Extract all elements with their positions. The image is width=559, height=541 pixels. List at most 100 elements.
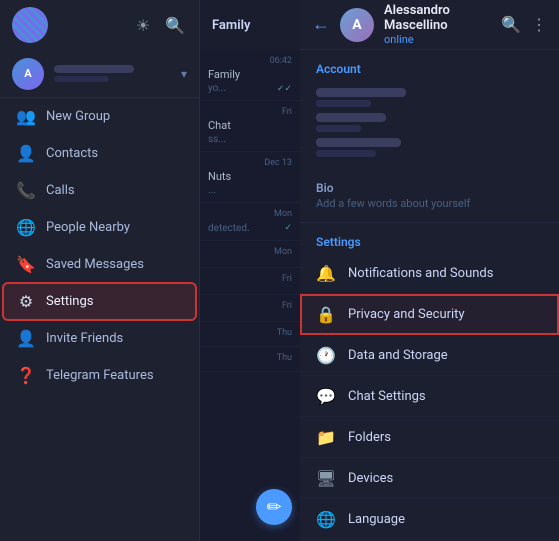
sidebar-item-people-nearby[interactable]: 🌐 People Nearby [4, 210, 195, 245]
info-bar [316, 138, 401, 147]
saved-icon: 🔖 [16, 255, 36, 274]
chat-item[interactable]: Fri [200, 295, 300, 322]
back-button[interactable]: ← [312, 14, 330, 35]
sidebar-item-settings[interactable]: ⚙ Settings [4, 284, 195, 319]
features-icon: ❓ [16, 366, 36, 385]
left-header: ☀ 🔍 [0, 0, 199, 50]
online-status: online [384, 33, 491, 46]
settings-item-label: Data and Storage [348, 348, 448, 363]
sidebar-item-label: Contacts [46, 146, 98, 161]
chat-settings-icon: 💬 [316, 386, 336, 406]
sidebar-item-saved-messages[interactable]: 🔖 Saved Messages [4, 247, 195, 282]
chat-item[interactable]: Mon detected. ✓ [200, 203, 300, 241]
sidebar-item-label: Settings [46, 294, 93, 309]
info-row-3 [316, 138, 543, 157]
people-nearby-icon: 🌐 [16, 218, 36, 237]
nav-list: 👥 New Group 👤 Contacts 📞 Calls 🌐 People … [0, 98, 199, 541]
profile-section[interactable]: A ▾ [0, 50, 199, 98]
brightness-icon[interactable]: ☀ [131, 13, 155, 37]
chevron-down-icon: ▾ [181, 67, 187, 81]
settings-chat[interactable]: 💬 Chat Settings [300, 376, 559, 417]
middle-header: Family [200, 0, 300, 50]
info-row-1 [316, 88, 543, 107]
folders-icon: 📁 [316, 427, 336, 447]
new-group-icon: 👥 [16, 107, 36, 126]
right-header: ← A Alessandro Mascellino online 🔍 ⋮ [300, 0, 559, 50]
compose-fab[interactable]: ✏ [256, 489, 292, 525]
read-check: ✓✓ [277, 84, 292, 94]
read-check: ✓ [284, 223, 292, 234]
profile-name: Alessandro Mascellino [384, 3, 491, 33]
invite-icon: 👤 [16, 329, 36, 348]
profile-sub-bar [54, 76, 109, 82]
chat-item[interactable]: Dec 13 Nuts ... [200, 152, 300, 203]
sidebar-item-calls[interactable]: 📞 Calls [4, 173, 195, 208]
account-info [300, 80, 559, 175]
chat-item[interactable]: Fri [200, 268, 300, 295]
settings-data[interactable]: 🕐 Data and Storage [300, 335, 559, 376]
data-storage-icon: 🕐 [316, 345, 336, 365]
chat-date: Thu [208, 353, 292, 363]
chat-item[interactable]: Mon [200, 241, 300, 268]
chat-item[interactable]: Thu [200, 322, 300, 347]
profile-avatar: A [12, 58, 44, 90]
chat-date: 06:42 [208, 56, 292, 66]
profile-text [54, 65, 171, 82]
bio-section: Bio Add a few words about yourself [300, 175, 559, 223]
calls-icon: 📞 [16, 181, 36, 200]
sidebar-item-label: Calls [46, 183, 75, 198]
chat-preview: detected. [208, 223, 250, 234]
settings-section-label: Settings [300, 223, 559, 253]
chat-name: Chat [208, 119, 292, 132]
contacts-icon: 👤 [16, 144, 36, 163]
sidebar-item-label: Invite Friends [46, 331, 123, 346]
bio-title: Bio [316, 181, 543, 195]
header-icons: ☀ 🔍 [131, 13, 187, 37]
chat-name: Family [208, 68, 292, 81]
avatar[interactable] [12, 7, 48, 43]
chat-name: Nuts [208, 170, 292, 183]
chat-item[interactable]: Fri Chat ss... [200, 101, 300, 152]
chat-item[interactable]: Thu [200, 347, 300, 372]
chat-preview: ... [208, 185, 292, 196]
middle-panel: Family 06:42 Family yo... ✓✓ Fri Chat ss… [200, 0, 300, 541]
settings-devices[interactable]: 🖥 Devices [300, 458, 559, 499]
chat-date: Fri [208, 274, 292, 284]
privacy-icon: 🔒 [316, 304, 336, 324]
menu-icon[interactable]: ⋮ [531, 15, 547, 34]
settings-privacy[interactable]: 🔒 Privacy and Security [300, 294, 559, 335]
search-icon[interactable]: 🔍 [163, 13, 187, 37]
settings-item-label: Chat Settings [348, 389, 426, 404]
profile-name-bar [54, 65, 134, 73]
devices-icon: 🖥 [316, 468, 336, 488]
info-label-bar [316, 150, 376, 157]
right-content: Account Bio Add a few words about yourse… [300, 50, 559, 541]
notifications-icon: 🔔 [316, 263, 336, 283]
sidebar-item-invite-friends[interactable]: 👤 Invite Friends [4, 321, 195, 356]
settings-item-label: Folders [348, 430, 391, 445]
settings-folders[interactable]: 📁 Folders [300, 417, 559, 458]
chat-preview: yo... [208, 83, 226, 94]
info-row-2 [316, 113, 543, 132]
sidebar-item-label: Saved Messages [46, 257, 144, 272]
account-section-label: Account [300, 50, 559, 80]
header-actions: 🔍 ⋮ [501, 15, 547, 34]
sidebar-item-contacts[interactable]: 👤 Contacts [4, 136, 195, 171]
chat-date: Fri [208, 301, 292, 311]
chat-date: Dec 13 [208, 158, 292, 168]
settings-item-label: Privacy and Security [348, 307, 465, 322]
language-icon: 🌐 [316, 509, 336, 529]
settings-notifications[interactable]: 🔔 Notifications and Sounds [300, 253, 559, 294]
info-label-bar [316, 125, 361, 132]
settings-item-label: Devices [348, 471, 393, 486]
sidebar-item-telegram-features[interactable]: ❓ Telegram Features [4, 358, 195, 393]
sidebar-item-new-group[interactable]: 👥 New Group [4, 99, 195, 134]
sidebar-item-label: Telegram Features [46, 368, 154, 383]
chat-item[interactable]: 06:42 Family yo... ✓✓ [200, 50, 300, 101]
chat-preview: ss... [208, 134, 292, 145]
left-sidebar: ☀ 🔍 A ▾ 👥 New Group 👤 Contacts 📞 Calls 🌐 [0, 0, 200, 541]
search-icon[interactable]: 🔍 [501, 15, 521, 34]
chat-date: Thu [208, 328, 292, 338]
chat-list: 06:42 Family yo... ✓✓ Fri Chat ss... Dec… [200, 50, 300, 541]
settings-language[interactable]: 🌐 Language [300, 499, 559, 540]
